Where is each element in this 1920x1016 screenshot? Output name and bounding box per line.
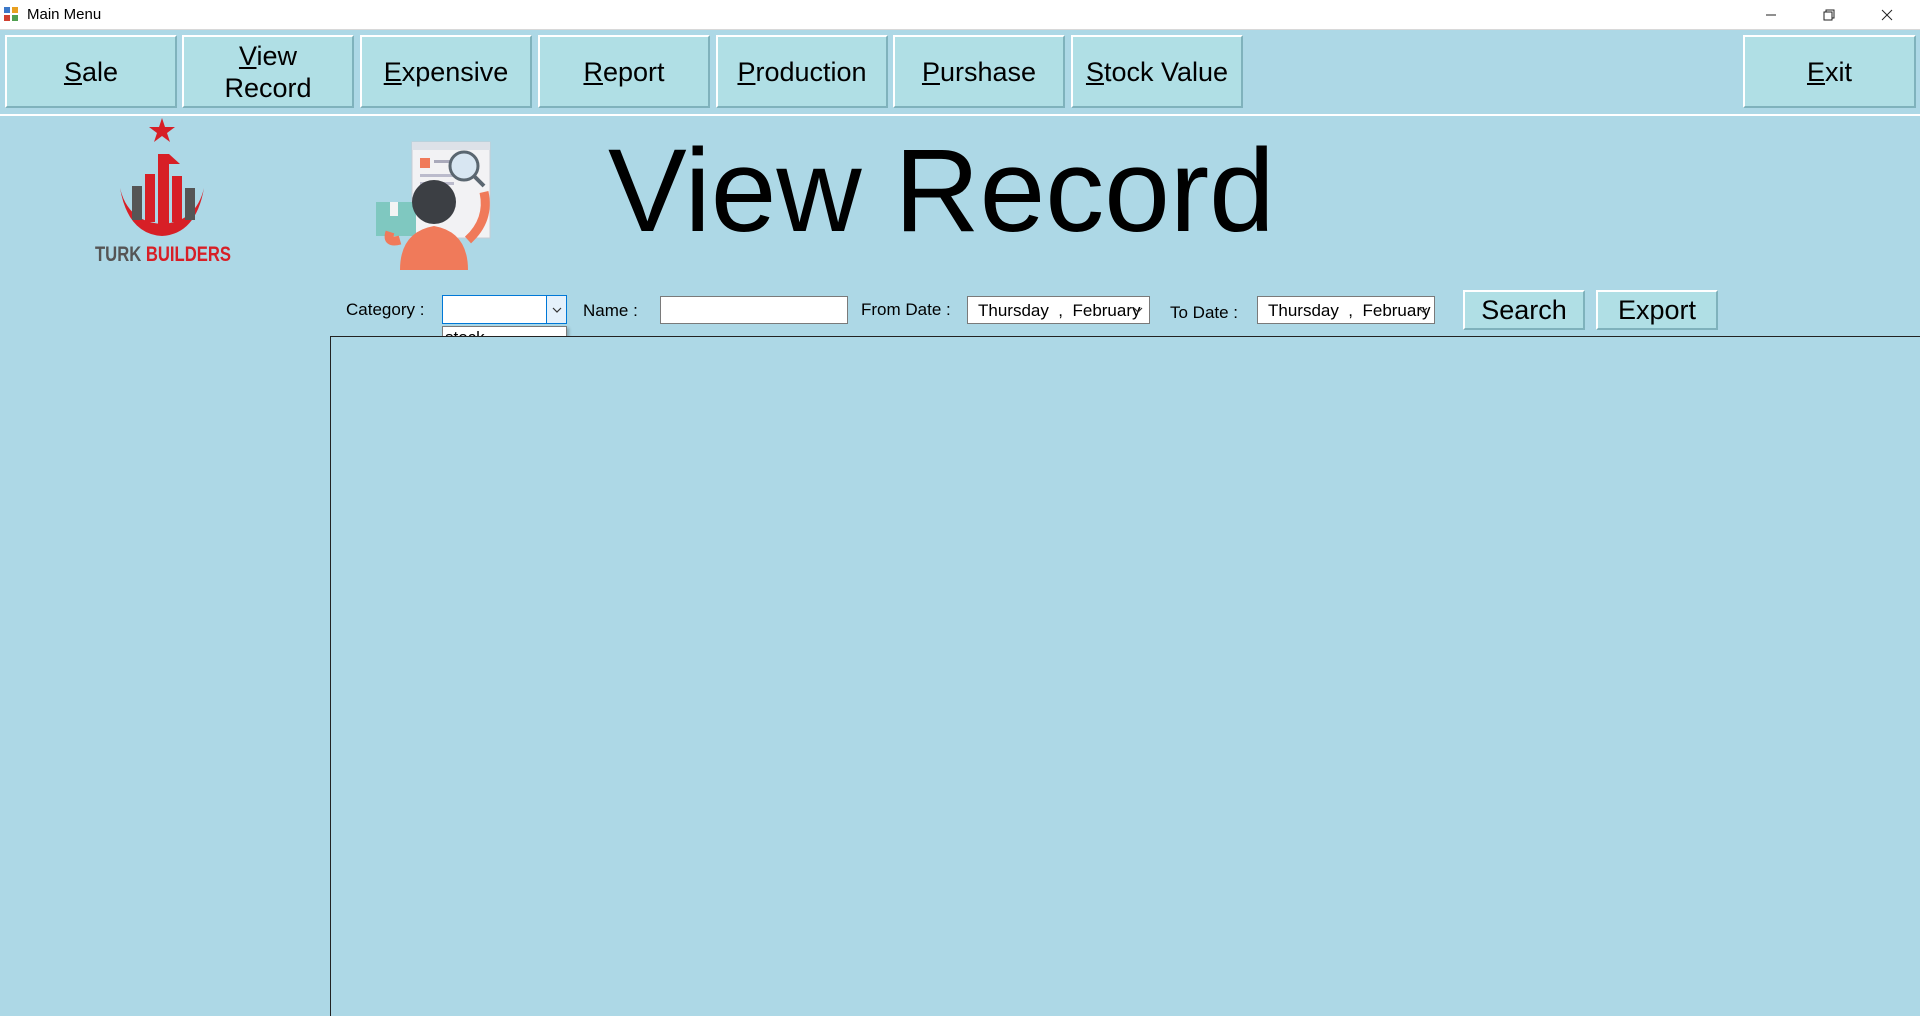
minimize-icon: [1766, 14, 1776, 15]
category-dropdown-button[interactable]: [546, 296, 566, 323]
category-combobox[interactable]: [442, 295, 567, 324]
close-icon: [1881, 9, 1893, 20]
minimize-button[interactable]: [1742, 0, 1800, 29]
turk-builders-logo: TURK BUILDERS: [95, 118, 231, 266]
to-date-label: To Date :: [1170, 303, 1239, 322]
close-button[interactable]: [1858, 0, 1916, 29]
expensive-button[interactable]: Expensive: [360, 35, 532, 108]
to-date-value: Thursday , February: [1268, 301, 1431, 320]
restore-button[interactable]: [1800, 0, 1858, 29]
restore-icon: [1823, 9, 1835, 20]
to-date-picker[interactable]: Thursday , February: [1257, 296, 1435, 324]
main-menu-bar: Sale View Record Expensive Report Product…: [0, 30, 1920, 116]
from-date-value: Thursday , February: [978, 301, 1141, 320]
chevron-down-icon: [1133, 307, 1143, 313]
chevron-down-icon: [1418, 307, 1428, 313]
app-icon: [4, 7, 18, 21]
window-title: Main Menu: [27, 6, 102, 23]
person-search-illustration: [376, 141, 491, 270]
purshase-button[interactable]: Purshase: [893, 35, 1065, 108]
view-record-button[interactable]: View Record: [182, 35, 354, 108]
from-date-picker[interactable]: Thursday , February: [967, 296, 1150, 324]
svg-text:TURK BUILDERS: TURK BUILDERS: [95, 243, 231, 266]
page-title: View Record: [608, 125, 1275, 257]
from-date-label: From Date :: [861, 300, 951, 319]
production-button[interactable]: Production: [716, 35, 888, 108]
report-button[interactable]: Report: [538, 35, 710, 108]
search-button[interactable]: Search: [1463, 290, 1585, 330]
title-bar: Main Menu: [0, 0, 1920, 30]
stock-value-button[interactable]: Stock Value: [1071, 35, 1243, 108]
name-input[interactable]: [660, 296, 848, 324]
name-label: Name :: [583, 301, 638, 320]
category-label: Category :: [346, 300, 425, 319]
exit-button[interactable]: Exit: [1743, 35, 1916, 108]
export-button[interactable]: Export: [1596, 290, 1718, 330]
records-grid[interactable]: [330, 336, 1920, 1016]
chevron-down-icon: [552, 307, 561, 313]
sale-button[interactable]: Sale: [5, 35, 177, 108]
